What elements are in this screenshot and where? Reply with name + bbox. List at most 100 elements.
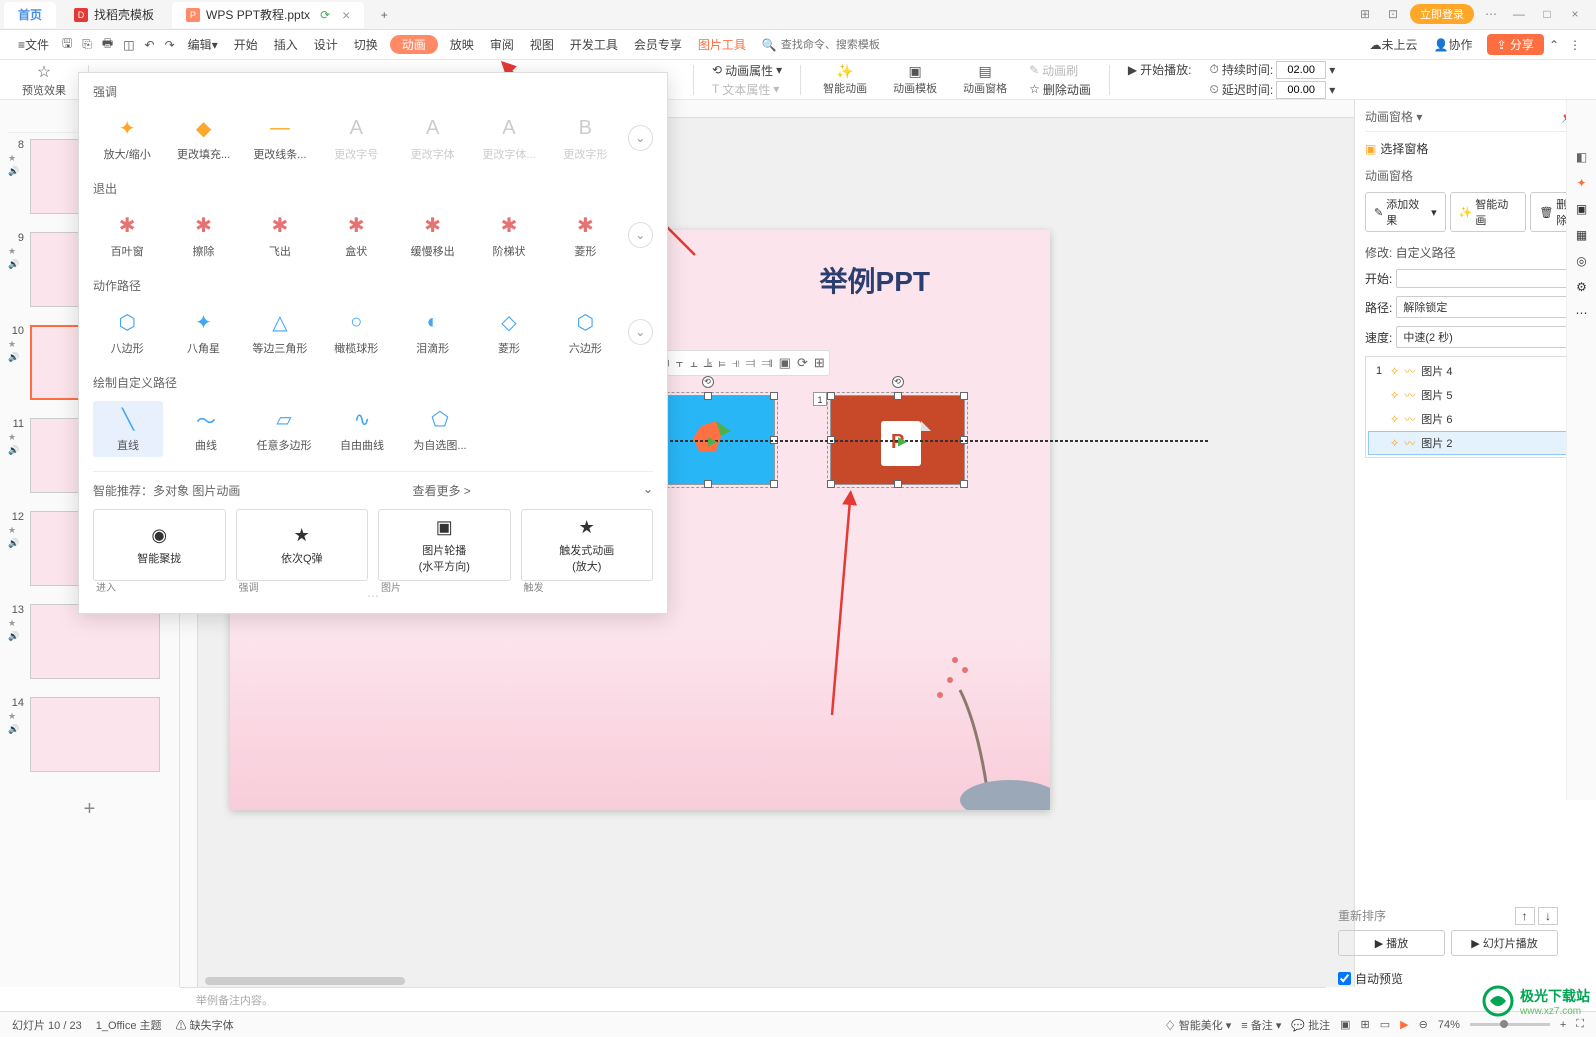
anim-list-item-1[interactable]: ⟡ 〰 图片 5 ▾: [1368, 383, 1583, 407]
duration-input[interactable]: [1276, 61, 1326, 79]
expand-emphasis-icon[interactable]: ⌄: [628, 125, 653, 151]
smart-beautify[interactable]: ♢ 智能美化 ▾: [1165, 1017, 1232, 1033]
move-up-icon[interactable]: ↑: [1515, 907, 1535, 925]
exit-1[interactable]: ✱擦除: [169, 207, 237, 263]
more-tools-icon[interactable]: ⊞: [814, 355, 825, 371]
settings-side-icon[interactable]: ⚙: [1576, 280, 1587, 294]
more-side-icon[interactable]: ⋯: [1576, 306, 1588, 320]
anim-list-item-2[interactable]: ⟡ 〰 图片 6 ▾: [1368, 407, 1583, 431]
slide-thumbnail-14[interactable]: 14★🔊: [8, 697, 171, 772]
smart-card-2[interactable]: ▣图片轮播(水平方向) 图片: [378, 509, 511, 581]
emphasis-4[interactable]: A更改字体: [398, 110, 466, 166]
see-more-link[interactable]: 查看更多 >: [412, 482, 470, 499]
review-tab[interactable]: 审阅: [482, 30, 522, 60]
close-icon[interactable]: ×: [342, 7, 350, 23]
comments-button[interactable]: 💬 批注: [1291, 1017, 1330, 1033]
play-button[interactable]: ▶ 播放: [1338, 930, 1445, 956]
exit-2[interactable]: ✱飞出: [246, 207, 314, 263]
anim-brush[interactable]: ✎ 动画刷: [1023, 62, 1097, 79]
zoom-slider[interactable]: [1470, 1023, 1550, 1026]
library-icon[interactable]: ◎: [1576, 254, 1586, 268]
anim-template-button[interactable]: ▣动画模板: [883, 61, 947, 99]
exit-0[interactable]: ✱百叶窗: [93, 207, 161, 263]
print-icon[interactable]: 🖶: [97, 34, 118, 55]
scrollbar-thumb[interactable]: [205, 977, 405, 985]
anim-list-item-3[interactable]: ⟡ 〰 图片 2 ▾: [1368, 431, 1583, 455]
format-icon[interactable]: ◧: [1576, 150, 1587, 164]
tab-template[interactable]: D 找稻壳模板: [60, 2, 168, 28]
group-icon[interactable]: ▣: [779, 355, 791, 371]
motion-path-line[interactable]: ▶ ▶: [650, 440, 1210, 442]
align-mid-icon[interactable]: ⫣: [732, 355, 740, 371]
smart-card-3[interactable]: ★触发式动画(放大) 触发: [521, 509, 654, 581]
anim-pane-button[interactable]: ▤动画窗格: [953, 61, 1017, 99]
collab-button[interactable]: 👤 协作: [1426, 30, 1481, 60]
start-tab[interactable]: 开始: [226, 30, 266, 60]
smart-anim-button-2[interactable]: ✨ 智能动画: [1450, 192, 1527, 232]
custom-path-3[interactable]: ∿自由曲线: [327, 401, 397, 457]
command-search[interactable]: [781, 39, 921, 51]
align-top-icon[interactable]: ⫢: [718, 355, 725, 371]
custom-path-1[interactable]: 〜曲线: [171, 401, 241, 457]
rotate-icon[interactable]: ⟳: [797, 355, 808, 371]
auto-preview-checkbox[interactable]: [1338, 972, 1351, 985]
close-window-icon[interactable]: ×: [1564, 7, 1586, 21]
emphasis-5[interactable]: A更改字体...: [475, 110, 543, 166]
effect-icon[interactable]: ✦: [1576, 176, 1586, 190]
share-button[interactable]: ⇪ 分享: [1487, 34, 1544, 55]
vip-tab[interactable]: 会员专享: [626, 30, 690, 60]
save-icon[interactable]: 🖫: [57, 34, 77, 55]
exit-5[interactable]: ✱阶梯状: [475, 207, 543, 263]
popup-drag-handle[interactable]: ⋯: [93, 589, 653, 603]
motion-path-5[interactable]: ◇菱形: [475, 304, 543, 360]
speed-select[interactable]: 中速(2 秒)▾: [1396, 326, 1586, 348]
emphasis-2[interactable]: —更改线条...: [246, 110, 314, 166]
move-down-icon[interactable]: ↓: [1538, 907, 1558, 925]
start-playback[interactable]: ▶ 开始播放:: [1122, 61, 1198, 78]
zoom-out-icon[interactable]: ⊖: [1419, 1018, 1428, 1031]
align-bot-icon[interactable]: ⫤: [746, 355, 756, 371]
custom-path-4[interactable]: ⬠为自选图...: [405, 401, 475, 457]
floating-toolbar[interactable]: ◫⫞ ⫟⫠ ⫡⫢ ⫣⫤ ⫥▣ ⟳⊞: [640, 350, 830, 376]
emphasis-1[interactable]: ◆更改填充...: [169, 110, 237, 166]
motion-path-6[interactable]: ⬡六边形: [551, 304, 619, 360]
edit-menu[interactable]: 编辑 ▾: [180, 30, 226, 60]
add-slide-button[interactable]: +: [8, 790, 171, 829]
align-right-icon[interactable]: ⫠: [690, 355, 698, 371]
export-icon[interactable]: ⎘: [77, 37, 97, 52]
slideshow-tab[interactable]: 放映: [442, 30, 482, 60]
preview-effect-button[interactable]: ☆ 预览效果: [12, 61, 76, 99]
apps-icon[interactable]: ⊡: [1382, 7, 1404, 21]
motion-path-0[interactable]: ⬡八边形: [93, 304, 161, 360]
missing-fonts[interactable]: ⚠ 缺失字体: [176, 1017, 234, 1033]
emphasis-0[interactable]: ✦放大/缩小: [93, 110, 161, 166]
delete-anim[interactable]: ☆ 删除动画: [1023, 81, 1097, 98]
smart-card-1[interactable]: ★依次Q弹 强调: [236, 509, 369, 581]
undo-icon[interactable]: ↶: [140, 38, 160, 52]
emphasis-6[interactable]: B更改字形: [551, 110, 619, 166]
normal-view-icon[interactable]: ▣: [1340, 1018, 1350, 1031]
motion-path-4[interactable]: ◐泪滴形: [398, 304, 466, 360]
speaker-notes[interactable]: 举例备注内容。: [180, 987, 1326, 1011]
cloud-status[interactable]: ☁ 未上云: [1362, 30, 1426, 60]
smart-anim-button[interactable]: ✨智能动画: [813, 61, 877, 99]
exit-6[interactable]: ✱菱形: [551, 207, 619, 263]
path-select[interactable]: 解除锁定▾: [1396, 296, 1586, 318]
minimize-icon[interactable]: —: [1508, 7, 1530, 21]
emphasis-3[interactable]: A更改字号: [322, 110, 390, 166]
maximize-icon[interactable]: □: [1536, 7, 1558, 21]
anim-list-item-0[interactable]: 1 ⟡ 〰 图片 4 ▾: [1368, 359, 1583, 383]
transition-tab[interactable]: 切换: [346, 30, 386, 60]
settings-icon[interactable]: ⋯: [1480, 7, 1502, 21]
login-button[interactable]: 立即登录: [1410, 4, 1474, 24]
delay-input[interactable]: [1276, 81, 1326, 99]
dist-v-icon[interactable]: ⫥: [761, 355, 772, 371]
rotate-handle-icon[interactable]: ⟲: [892, 376, 904, 388]
horizontal-scrollbar[interactable]: [200, 975, 1316, 987]
rotate-handle-icon[interactable]: ⟲: [702, 376, 714, 388]
exit-3[interactable]: ✱盒状: [322, 207, 390, 263]
custom-path-2[interactable]: ▱任意多边形: [249, 401, 319, 457]
dist-h-icon[interactable]: ⫡: [704, 355, 713, 371]
collapse-smart-icon[interactable]: ⌄: [643, 482, 653, 499]
notes-button[interactable]: ≡ 备注 ▾: [1241, 1017, 1281, 1033]
